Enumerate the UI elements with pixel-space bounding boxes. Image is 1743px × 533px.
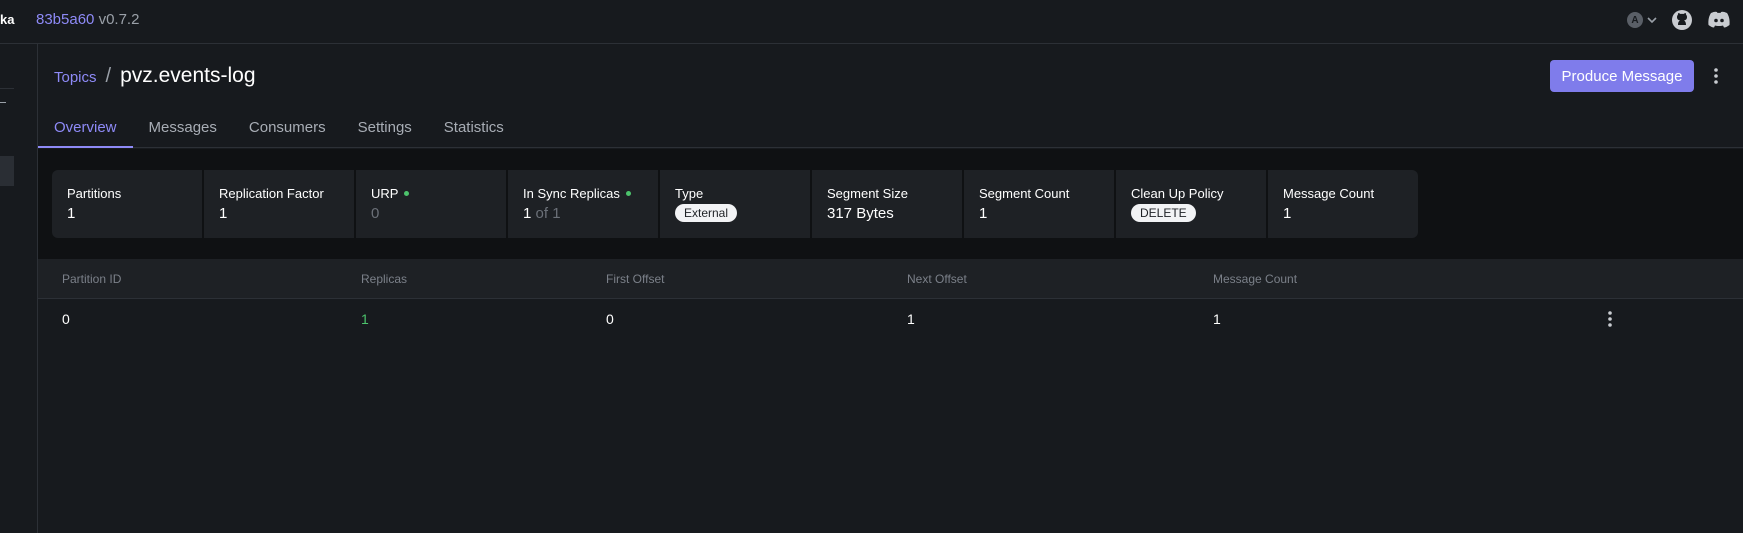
stats-section: Partitions 1 Replication Factor 1 URP 0 … [38,149,1743,259]
user-menu[interactable]: A [1627,12,1657,28]
cell-next-offset: 1 [907,311,915,327]
partitions-table: Partition ID Replicas First Offset Next … [38,259,1743,339]
sidebar-item-active[interactable] [0,156,14,186]
stat-label: Replication Factor [219,185,324,201]
more-options-icon[interactable] [1710,66,1722,86]
stat-value-row: 0 [371,205,491,222]
stat-label: In Sync Replicas [523,185,620,201]
table-row[interactable]: 0 1 0 1 1 [38,299,1743,339]
page-title: pvz.events-log [120,64,256,87]
top-bar: ka 83b5a60 v0.7.2 A [0,0,1743,44]
chevron-down-icon [1647,17,1657,24]
stat-label-row: URP [371,185,491,201]
stat-type: Type External [660,170,810,238]
version-info: 83b5a60 v0.7.2 [36,11,139,28]
stat-partitions: Partitions 1 [52,170,202,238]
column-header-replicas[interactable]: Replicas [361,259,407,299]
stat-segment-size: Segment Size 317 Bytes [812,170,962,238]
cell-partition-id: 0 [62,311,70,327]
stat-label: URP [371,185,399,201]
stat-label-row: In Sync Replicas [523,185,643,201]
stat-segment-count: Segment Count 1 [964,170,1114,238]
sidebar-collapse-icon[interactable] [0,102,6,108]
cell-replicas: 1 [361,311,369,327]
github-icon[interactable] [1671,9,1693,31]
main-content: Topics / pvz.events-log Produce Message … [38,44,1743,533]
brand-logo-text[interactable]: ka [0,12,14,27]
table-header: Partition ID Replicas First Offset Next … [38,259,1743,299]
commit-hash-link[interactable]: 83b5a60 [36,11,94,28]
stat-urp: URP 0 [356,170,506,238]
stat-value: 1 [67,205,76,222]
tab-statistics[interactable]: Statistics [428,116,520,148]
status-dot-icon [625,190,631,196]
stat-replication-factor: Replication Factor 1 [204,170,354,238]
column-header-partition-id[interactable]: Partition ID [62,259,121,299]
stat-label: Clean Up Policy [1131,185,1224,201]
column-header-first-offset[interactable]: First Offset [606,259,664,299]
tab-messages[interactable]: Messages [133,116,233,148]
avatar: A [1627,12,1643,28]
tab-settings[interactable]: Settings [342,116,428,148]
discord-icon[interactable] [1707,10,1731,30]
stat-value: 1 [523,205,532,222]
stats-row: Partitions 1 Replication Factor 1 URP 0 … [52,170,1418,238]
produce-message-button[interactable]: Produce Message [1550,60,1694,92]
stat-value: 317 Bytes [827,205,894,222]
sidebar [0,44,38,533]
stat-message-count: Message Count 1 [1268,170,1418,238]
stat-cleanup-policy: Clean Up Policy DELETE [1116,170,1266,238]
tab-consumers[interactable]: Consumers [233,116,342,148]
type-badge: External [675,204,738,222]
stat-value: 1 [219,205,228,222]
tab-bar: Overview Messages Consumers Settings Sta… [38,116,1743,148]
stat-value-row: 1 of 1 [523,205,643,222]
breadcrumb: Topics / pvz.events-log [54,64,256,88]
tab-overview[interactable]: Overview [38,116,133,148]
stat-label: Partitions [67,185,122,201]
stat-value-suffix: of 1 [535,205,561,222]
stat-in-sync-replicas: In Sync Replicas 1 of 1 [508,170,658,238]
top-icons: A [1627,9,1731,31]
breadcrumb-separator: / [105,65,112,87]
stat-label: Type [675,185,704,201]
cleanup-policy-badge: DELETE [1131,204,1196,222]
breadcrumb-topics-link[interactable]: Topics [54,69,97,86]
stat-value: 0 [371,205,380,222]
stat-label: Message Count [1283,185,1375,201]
version-label: v0.7.2 [98,11,140,28]
sidebar-divider [0,88,14,89]
column-header-next-offset[interactable]: Next Offset [907,259,967,299]
stat-value: 1 [979,205,988,222]
cell-message-count: 1 [1213,311,1221,327]
column-header-message-count[interactable]: Message Count [1213,259,1297,299]
stat-value: 1 [1283,205,1292,222]
stat-label: Segment Count [979,185,1070,201]
stat-label: Segment Size [827,185,908,201]
cell-first-offset: 0 [606,311,614,327]
status-dot-icon [404,190,410,196]
row-actions-icon[interactable] [1604,309,1616,329]
